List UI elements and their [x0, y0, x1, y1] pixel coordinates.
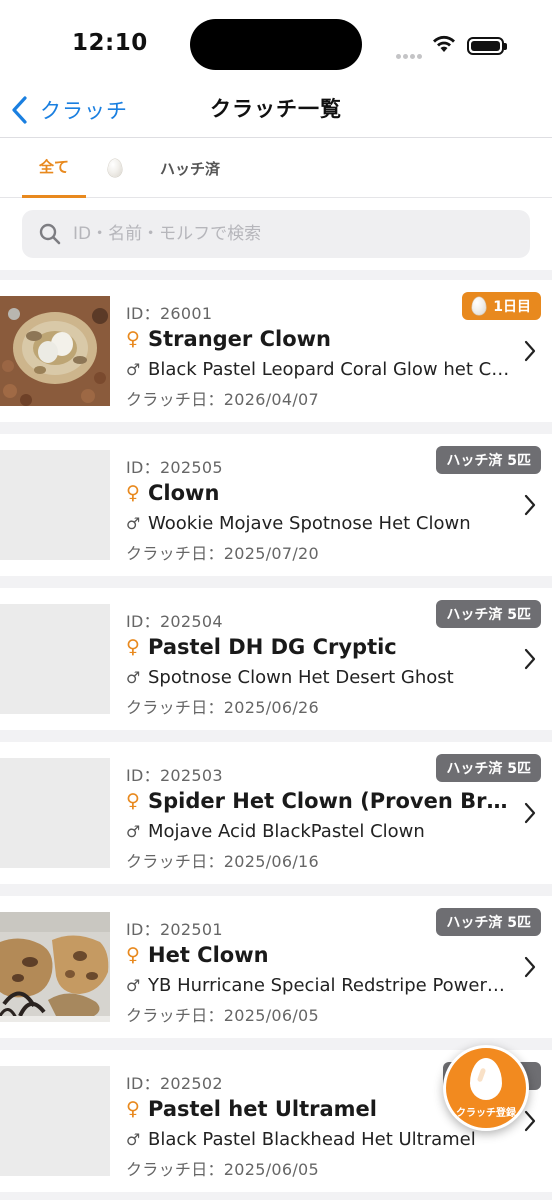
female-name: Pastel het Ultramel: [148, 1097, 377, 1121]
clutch-id: ID：202501: [126, 920, 223, 939]
search-box[interactable]: [22, 210, 530, 258]
filter-tabs: 全て ハッチ済: [0, 138, 552, 198]
male-row: ♂ Black Pastel Leopard Coral Glow het Clo…: [126, 356, 512, 382]
clutch-card[interactable]: ID：26001 ♀ Stranger Clown ♂ Black Pastel L…: [0, 280, 552, 422]
clutch-photo-placeholder: [0, 1066, 110, 1176]
female-icon: ♀: [126, 328, 140, 350]
status-badge: ハッチ済 5匹: [436, 908, 541, 936]
page-title: クラッチ一覧: [210, 97, 342, 121]
clutch-date: クラッチ日：2025/06/26: [126, 698, 320, 717]
status-badge: 1日目: [462, 292, 541, 320]
male-icon: ♂: [126, 1129, 141, 1149]
tab-all[interactable]: 全て: [22, 138, 86, 198]
female-icon: ♀: [126, 482, 140, 504]
status-badge: ハッチ済 5匹: [436, 754, 541, 782]
clutch-card[interactable]: ID：202504 ♀ Pastel DH DG Cryptic ♂ Spotnos…: [0, 588, 552, 730]
male-icon: ♂: [126, 975, 141, 995]
cellular-signal-icon: [396, 44, 424, 63]
male-row: ♂ Spotnose Clown Het Desert Ghost: [126, 664, 454, 690]
male-name: Wookie Mojave Spotnose Het Clown: [148, 512, 471, 534]
female-name: Pastel DH DG Cryptic: [148, 635, 397, 659]
clutch-date: クラッチ日：2025/06/16: [126, 852, 320, 871]
male-icon: ♂: [126, 821, 141, 841]
male-name: Black Pastel Leopard Coral Glow het Clow…: [148, 358, 512, 380]
female-row: ♀ Spider Het Clown (Proven Breeder): [126, 786, 512, 816]
clutch-date: クラッチ日：2025/06/05: [126, 1160, 320, 1179]
clutch-photo: [0, 296, 110, 406]
male-row: ♂ Mojave Acid BlackPastel Clown: [126, 818, 425, 844]
egg-icon: [470, 1058, 502, 1100]
chevron-right-icon: [524, 802, 536, 824]
female-name: Spider Het Clown (Proven Breeder): [148, 789, 512, 813]
female-row: ♀ Stranger Clown: [126, 324, 331, 354]
clutch-id: ID：202502: [126, 1074, 223, 1093]
female-name: Stranger Clown: [148, 327, 331, 351]
female-row: ♀ Het Clown: [126, 940, 269, 970]
male-row: ♂ Wookie Mojave Spotnose Het Clown: [126, 510, 471, 536]
chevron-right-icon: [524, 1110, 536, 1132]
wifi-icon: [433, 35, 455, 52]
badge-label: 1日目: [493, 299, 531, 315]
clutch-id: ID：26001: [126, 304, 213, 323]
register-clutch-label: クラッチ登録: [456, 1108, 516, 1119]
male-name: Spotnose Clown Het Desert Ghost: [148, 666, 454, 688]
male-icon: ♂: [126, 513, 141, 533]
female-icon: ♀: [126, 790, 140, 812]
clutch-date: クラッチ日：2026/04/07: [126, 390, 320, 409]
clutch-photo-placeholder: [0, 604, 110, 714]
battery-icon: [467, 37, 507, 55]
female-icon: ♀: [126, 636, 140, 658]
female-name: Het Clown: [148, 943, 269, 967]
male-name: YB Hurricane Special Redstripe Powerball: [148, 974, 512, 996]
chevron-right-icon: [524, 340, 536, 362]
clutch-date: クラッチ日：2025/06/05: [126, 1006, 320, 1025]
navigation-bar: クラッチ クラッチ一覧: [0, 88, 552, 138]
male-icon: ♂: [126, 667, 141, 687]
chevron-right-icon: [524, 494, 536, 516]
search-area: [0, 198, 552, 270]
clutch-photo-placeholder: [0, 450, 110, 560]
status-time: 12:10: [72, 30, 148, 56]
male-row: ♂ Black Pastel Blackhead Het Ultramel: [126, 1126, 476, 1152]
female-icon: ♀: [126, 944, 140, 966]
male-row: ♂ YB Hurricane Special Redstripe Powerbal…: [126, 972, 512, 998]
male-name: Black Pastel Blackhead Het Ultramel: [148, 1128, 476, 1150]
clutch-photo: [0, 912, 110, 1022]
female-row: ♀ Pastel het Ultramel: [126, 1094, 377, 1124]
search-input[interactable]: [73, 224, 513, 244]
tab-hatched[interactable]: ハッチ済: [148, 138, 232, 198]
chevron-right-icon: [524, 956, 536, 978]
clutch-date: クラッチ日：2025/07/20: [126, 544, 320, 563]
search-icon: [39, 223, 61, 245]
clutch-card[interactable]: ID：202505 ♀ Clown ♂ Wookie Mojave Spotnose…: [0, 434, 552, 576]
chevron-right-icon: [524, 648, 536, 670]
female-row: ♀ Clown: [126, 478, 219, 508]
register-clutch-button[interactable]: クラッチ登録: [443, 1045, 529, 1131]
tab-incubating[interactable]: [96, 138, 134, 198]
egg-icon: [472, 297, 487, 315]
dynamic-island: [190, 19, 362, 70]
clutch-card[interactable]: ID：202503 ♀ Spider Het Clown (Proven Bree…: [0, 742, 552, 884]
clutch-id: ID：202505: [126, 458, 223, 477]
male-icon: ♂: [126, 359, 141, 379]
clutch-card[interactable]: ID：202501 ♀ Het Clown ♂ YB Hurricane Speci…: [0, 896, 552, 1038]
female-icon: ♀: [126, 1098, 140, 1120]
male-name: Mojave Acid BlackPastel Clown: [148, 820, 425, 842]
clutch-photo-placeholder: [0, 758, 110, 868]
clutch-id: ID：202504: [126, 612, 223, 631]
status-bar: 12:10: [0, 0, 552, 88]
status-badge: ハッチ済 5匹: [436, 446, 541, 474]
female-name: Clown: [148, 481, 220, 505]
status-badge: ハッチ済 5匹: [436, 600, 541, 628]
clutch-id: ID：202503: [126, 766, 223, 785]
female-row: ♀ Pastel DH DG Cryptic: [126, 632, 397, 662]
egg-icon: [108, 159, 122, 177]
